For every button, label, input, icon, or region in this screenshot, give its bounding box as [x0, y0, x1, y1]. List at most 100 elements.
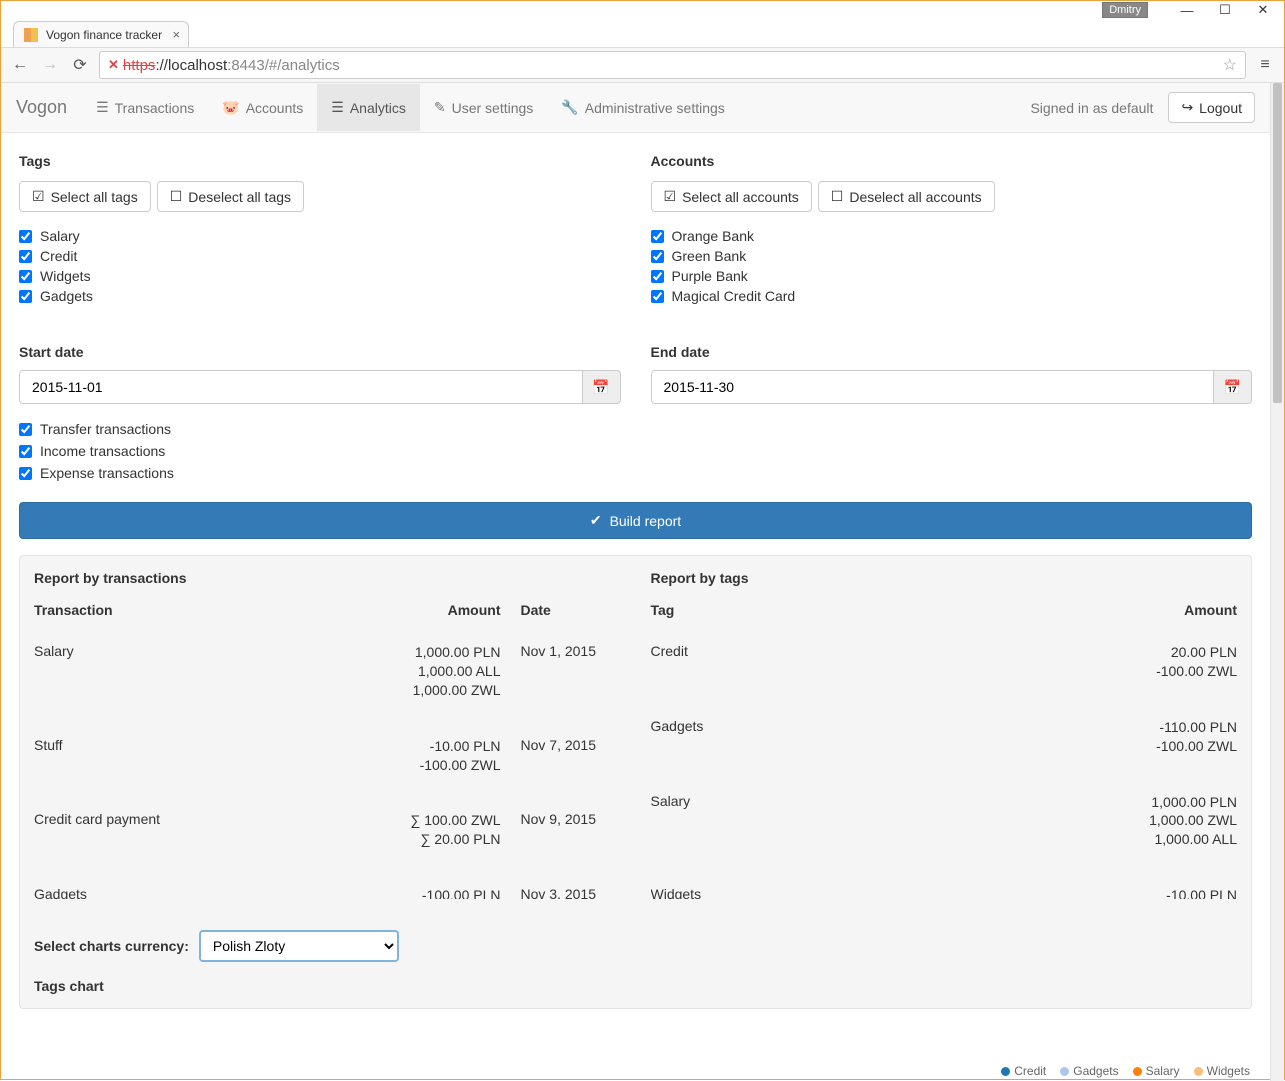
end-date-label: End date	[651, 344, 1253, 360]
tx-type-label: Transfer transactions	[40, 421, 171, 437]
tx-amounts: -100.00 PLN	[361, 886, 501, 899]
tx-date: Nov 3, 2015	[501, 886, 621, 899]
col-header-amount: Amount	[1097, 602, 1237, 618]
insecure-lock-icon: ✕	[108, 57, 119, 73]
page-scrollbar[interactable]	[1270, 83, 1284, 1081]
income-tx-checkbox[interactable]	[19, 445, 32, 458]
account-checkbox[interactable]	[651, 270, 664, 283]
checkmark-icon: ✔	[590, 512, 602, 529]
report-tx-scroll[interactable]: Salary1,000.00 PLN1,000.00 ALL1,000.00 Z…	[34, 624, 621, 914]
check-icon: ☑	[32, 188, 45, 205]
end-date-input[interactable]	[651, 370, 1215, 404]
select-all-accounts-button[interactable]: ☑Select all accounts	[651, 181, 812, 212]
browser-toolbar: ← → ⟳ ✕ https://localhost:8443/#/analyti…	[1, 47, 1284, 83]
signed-in-label: Signed in as default	[1015, 100, 1168, 116]
tag-label: Credit	[40, 248, 77, 264]
tag-name: Widgets	[651, 886, 1098, 899]
accounts-checkbox-list[interactable]: Orange Bank Green Bank Purple Bank Magic…	[651, 226, 1253, 326]
nav-user-settings[interactable]: ✎User settings	[420, 84, 547, 131]
check-icon: ☑	[664, 188, 677, 205]
select-all-tags-button[interactable]: ☑Select all tags	[19, 181, 151, 212]
col-header-amount: Amount	[361, 602, 501, 618]
logout-button[interactable]: ↪Logout	[1168, 92, 1255, 123]
browser-forward-button[interactable]: →	[39, 54, 61, 76]
scrollbar-thumb[interactable]	[1273, 83, 1282, 403]
tx-date: Nov 9, 2015	[501, 811, 621, 849]
start-date-input[interactable]	[19, 370, 583, 404]
tag-amounts: 1,000.00 PLN1,000.00 ZWL1,000.00 ALL	[1097, 793, 1237, 850]
chart-legend: CreditGadgetsSalaryWidgets	[1001, 1064, 1250, 1078]
uncheck-icon: ☐	[170, 188, 183, 205]
browser-tab[interactable]: Vogon finance tracker ×	[13, 21, 189, 47]
legend-item: Credit	[1001, 1064, 1046, 1078]
tx-amounts: -10.00 PLN-100.00 ZWL	[361, 737, 501, 775]
tx-type-label: Expense transactions	[40, 465, 174, 481]
browser-menu-button[interactable]: ≡	[1254, 54, 1276, 76]
window-minimize-button[interactable]: —	[1168, 2, 1206, 18]
tag-amounts: -10.00 PLN	[1097, 886, 1237, 899]
tag-checkbox-widgets[interactable]	[19, 270, 32, 283]
account-checkbox[interactable]	[651, 230, 664, 243]
account-label: Orange Bank	[672, 228, 755, 244]
transfer-tx-checkbox[interactable]	[19, 423, 32, 436]
tag-label: Gadgets	[40, 288, 93, 304]
url-path: :8443/#/analytics	[227, 57, 340, 74]
calendar-icon[interactable]: 📅	[583, 370, 621, 404]
favicon-icon	[24, 28, 38, 42]
tag-checkbox-salary[interactable]	[19, 230, 32, 243]
account-checkbox[interactable]	[651, 250, 664, 263]
expense-tx-checkbox[interactable]	[19, 467, 32, 480]
tx-amounts: ∑ 100.00 ZWL∑ 20.00 PLN	[361, 811, 501, 849]
tx-date: Nov 1, 2015	[501, 643, 621, 700]
accounts-section-title: Accounts	[651, 153, 1253, 169]
report-tag-row: Credit20.00 PLN-100.00 ZWL	[651, 624, 1238, 699]
tag-checkbox-gadgets[interactable]	[19, 290, 32, 303]
tx-amounts: 1,000.00 PLN1,000.00 ALL1,000.00 ZWL	[361, 643, 501, 700]
tx-name: Credit card payment	[34, 811, 361, 849]
build-report-button[interactable]: ✔Build report	[19, 502, 1252, 539]
list-icon: ☰	[96, 99, 109, 116]
tab-title: Vogon finance tracker	[46, 28, 162, 42]
deselect-all-tags-button[interactable]: ☐Deselect all tags	[157, 181, 304, 212]
wrench-icon: 🔧	[561, 99, 578, 116]
legend-item: Widgets	[1194, 1064, 1250, 1078]
tag-amounts: -110.00 PLN-100.00 ZWL	[1097, 718, 1237, 756]
tab-close-icon[interactable]: ×	[172, 27, 180, 42]
window-maximize-button[interactable]: ☐	[1206, 2, 1244, 18]
nav-transactions[interactable]: ☰Transactions	[82, 84, 208, 131]
tx-date: Nov 7, 2015	[501, 737, 621, 775]
brand[interactable]: Vogon	[16, 97, 82, 118]
uncheck-icon: ☐	[831, 188, 844, 205]
col-header-transaction: Transaction	[34, 602, 361, 618]
tag-label: Salary	[40, 228, 80, 244]
nav-analytics[interactable]: ☰Analytics	[317, 84, 420, 131]
nav-admin-settings[interactable]: 🔧Administrative settings	[547, 84, 739, 131]
report-tx-row: Gadgets-100.00 PLNNov 3, 2015	[34, 867, 621, 899]
tag-name: Salary	[651, 793, 1098, 850]
account-label: Magical Credit Card	[672, 288, 796, 304]
tag-amounts: 20.00 PLN-100.00 ZWL	[1097, 643, 1237, 681]
report-tx-row: Stuff-10.00 PLN-100.00 ZWLNov 7, 2015	[34, 718, 621, 793]
list-icon: ☰	[331, 99, 344, 116]
deselect-all-accounts-button[interactable]: ☐Deselect all accounts	[818, 181, 995, 212]
profile-badge[interactable]: Dmitry	[1102, 2, 1148, 18]
report-tags-title: Report by tags	[651, 570, 1238, 586]
bookmark-star-icon[interactable]: ☆	[1223, 55, 1237, 75]
browser-back-button[interactable]: ←	[9, 54, 31, 76]
edit-icon: ✎	[434, 99, 446, 116]
browser-reload-button[interactable]: ⟳	[69, 54, 91, 76]
calendar-icon[interactable]: 📅	[1214, 370, 1252, 404]
tag-checkbox-credit[interactable]	[19, 250, 32, 263]
tag-name: Gadgets	[651, 718, 1098, 756]
report-tag-row: Salary1,000.00 PLN1,000.00 ZWL1,000.00 A…	[651, 774, 1238, 868]
legend-swatch-icon	[1001, 1067, 1010, 1076]
tags-checkbox-list[interactable]: Salary Credit Widgets Gadgets	[19, 226, 621, 326]
tag-label: Widgets	[40, 268, 91, 284]
account-checkbox[interactable]	[651, 290, 664, 303]
window-close-button[interactable]: ✕	[1244, 2, 1282, 18]
account-label: Purple Bank	[672, 268, 748, 284]
charts-currency-select[interactable]: Polish Zloty	[199, 930, 399, 962]
report-tags-scroll[interactable]: Credit20.00 PLN-100.00 ZWL Gadgets-110.00…	[651, 624, 1238, 914]
address-bar[interactable]: ✕ https://localhost:8443/#/analytics ☆	[99, 51, 1246, 79]
nav-accounts[interactable]: 🐷Accounts	[208, 84, 317, 131]
